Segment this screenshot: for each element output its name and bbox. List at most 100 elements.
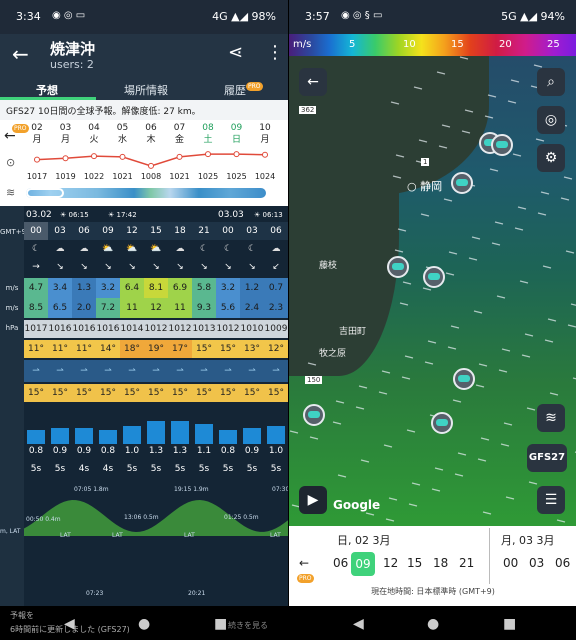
spot-pin[interactable] <box>453 368 475 390</box>
day-cell[interactable]: 06 木 <box>138 122 164 146</box>
spot-pin[interactable] <box>303 404 325 426</box>
spot-pin[interactable] <box>431 412 453 434</box>
wind-streak <box>533 64 543 68</box>
wind-streak <box>461 130 471 134</box>
wave-dir-row-cell: ⇀ <box>216 360 240 382</box>
status-right-r: 5G ▲◢ 94% <box>501 10 565 23</box>
settings-button[interactable]: ☰ <box>537 486 565 514</box>
spot-pin[interactable] <box>387 256 409 278</box>
tab-spot-info[interactable]: 場所情報 <box>124 82 168 98</box>
wind-streak <box>477 458 487 462</box>
back-arrow-icon[interactable]: ← <box>12 42 29 66</box>
search-button[interactable]: ⌕ <box>537 68 565 96</box>
wave-period-row-cell: 5s <box>126 464 138 474</box>
row-label-column <box>0 206 24 606</box>
wind-row-cell: 6.4 <box>120 278 144 298</box>
wave-height-row-cell: 1.1 <box>196 446 212 456</box>
timeline-back-icon[interactable]: ← <box>299 556 309 570</box>
status-time: 3:34 <box>16 10 41 23</box>
pressure-value: 1021 <box>112 172 133 181</box>
tab-forecast[interactable]: 予想 <box>36 82 58 98</box>
model-button[interactable]: GFS27 <box>527 444 567 472</box>
route-button[interactable]: ⚙ <box>537 144 565 172</box>
hour-selected[interactable]: 09 <box>351 552 375 576</box>
wind-streak <box>452 399 462 403</box>
day-cell[interactable]: 05 水 <box>110 122 136 146</box>
wind-streak <box>560 197 570 201</box>
day-cell[interactable]: 07 金 <box>167 122 193 146</box>
wind-streak <box>390 101 400 105</box>
day-cell[interactable]: 02 月 <box>24 122 50 146</box>
hour-06[interactable]: 06 <box>333 556 348 570</box>
hour-21[interactable]: 21 <box>459 556 474 570</box>
hour-18[interactable]: 18 <box>433 556 448 570</box>
nav-home-icon[interactable]: ● <box>138 616 150 632</box>
wind-map[interactable]: ○ 静岡 藤枝 吉田町 牧之原 362 1 150 ← ⌕ ◎ ⚙ ≋ GFS2… <box>289 56 576 526</box>
wave-bar <box>219 430 237 444</box>
wind-layer-button[interactable]: ≋ <box>537 404 565 432</box>
wave-period-row-cell: 5s <box>270 464 282 474</box>
play-button[interactable]: ▶ <box>299 486 327 514</box>
range-selector[interactable] <box>26 188 64 198</box>
wave-height-row: 0.8 0.9 0.9 0.8 1.0 1.3 1.3 1.1 0.8 0.9 1.0 <box>24 444 288 458</box>
nav-home-icon[interactable]: ● <box>427 616 439 632</box>
wind-streak <box>441 124 451 128</box>
tide-label: 19:15 1.9m <box>174 486 209 493</box>
locate-button[interactable]: ◎ <box>537 106 565 134</box>
place-label: 藤枝 <box>319 261 338 271</box>
spot-pin[interactable] <box>491 134 513 156</box>
pro-badge: PRO <box>246 82 263 91</box>
pressure-row-cell: 1014 <box>120 320 144 338</box>
tide-label: 07:05 1.8m <box>74 486 109 493</box>
wind-streak <box>383 444 393 448</box>
wave-period-row-cell: 5s <box>246 464 258 474</box>
wind-streak <box>459 56 469 60</box>
wave-dir-row-cell: ⇀ <box>144 360 168 382</box>
wave-bar <box>171 421 189 444</box>
day-cell[interactable]: 08 土 <box>195 122 221 146</box>
day-cell[interactable]: 10 月 <box>252 122 278 146</box>
hour-row-cell: 06 <box>264 222 288 240</box>
water-temp-row-cell: 15° <box>96 384 120 402</box>
nav-recents-icon[interactable]: ■ <box>503 616 516 632</box>
hour-row-cell: 21 <box>192 222 216 240</box>
wind-streak <box>413 86 423 90</box>
see-more-text[interactable]: 続きを見る <box>228 620 268 631</box>
wind-streak <box>434 467 444 471</box>
pressure-row-cell: 1012 <box>144 320 168 338</box>
wave-dir-row-cell: ⇀ <box>24 360 48 382</box>
hour-row-cell: 06 <box>72 222 96 240</box>
hour-00[interactable]: 00 <box>503 556 518 570</box>
gust-row-cell: 2.4 <box>240 298 264 318</box>
status-icons-right: ◉ ◎ § ▭ <box>341 10 383 21</box>
wave-bar <box>243 428 261 444</box>
spot-pin[interactable] <box>451 172 473 194</box>
row-label: m/s <box>5 284 19 292</box>
hour-03[interactable]: 03 <box>529 556 544 570</box>
temp-row-cell: 11° <box>24 340 48 358</box>
nav-back-icon[interactable]: ◀ <box>64 616 75 632</box>
share-icon[interactable]: ⋖ <box>228 42 243 63</box>
hour-06b[interactable]: 06 <box>555 556 570 570</box>
nav-back-icon[interactable]: ◀ <box>353 616 364 632</box>
wind-dir-row-cell: ↘ <box>152 262 160 272</box>
day-cell[interactable]: 09 日 <box>224 122 250 146</box>
range-bar[interactable] <box>26 188 266 198</box>
wind-streak <box>443 198 453 202</box>
spot-pin[interactable] <box>423 266 445 288</box>
tab-history[interactable]: 履歴 PRO <box>224 82 263 98</box>
wind-streak <box>411 482 421 486</box>
hour-15[interactable]: 15 <box>407 556 422 570</box>
nav-recents-icon[interactable]: ■ <box>214 616 227 632</box>
day-divider <box>489 528 490 584</box>
map-back-button[interactable]: ← <box>299 68 327 96</box>
hour-12[interactable]: 12 <box>383 556 398 570</box>
day-cell[interactable]: 03 月 <box>53 122 79 146</box>
more-menu-icon[interactable]: ⋮ <box>266 42 284 63</box>
day-cell[interactable]: 04 火 <box>81 122 107 146</box>
wave-height-row-cell: 0.9 <box>76 446 92 456</box>
wave-dir-row-cell: ⇀ <box>120 360 144 382</box>
wind-streak <box>471 236 481 240</box>
pressure-value: 1021 <box>169 172 190 181</box>
city-label: ○ 静岡 <box>407 180 443 193</box>
